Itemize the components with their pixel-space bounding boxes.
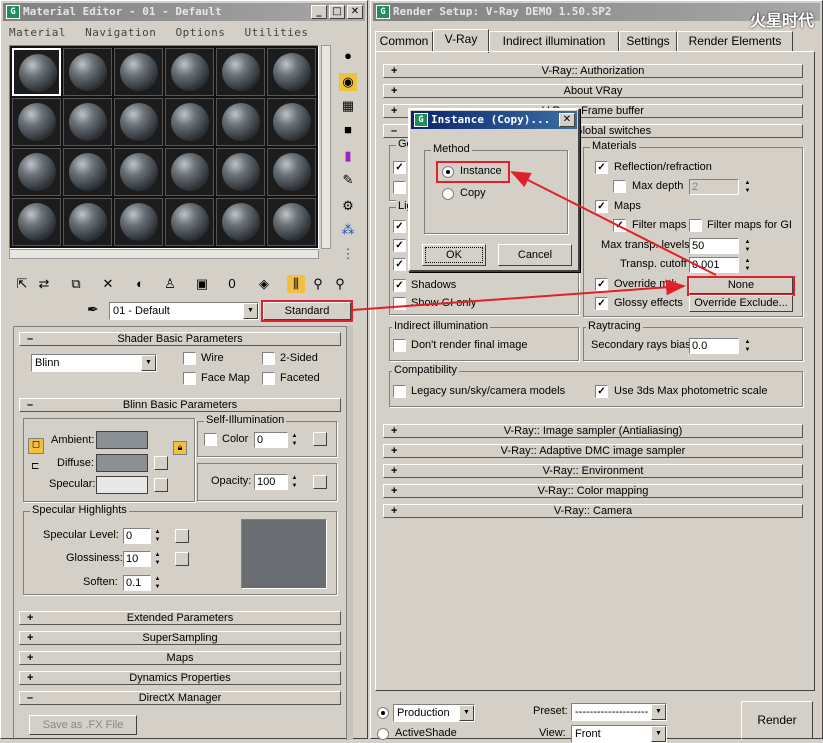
arrow-standard-to-override <box>351 279 686 311</box>
arrow-override-to-instance <box>510 171 717 276</box>
annotation-arrows <box>351 171 717 311</box>
